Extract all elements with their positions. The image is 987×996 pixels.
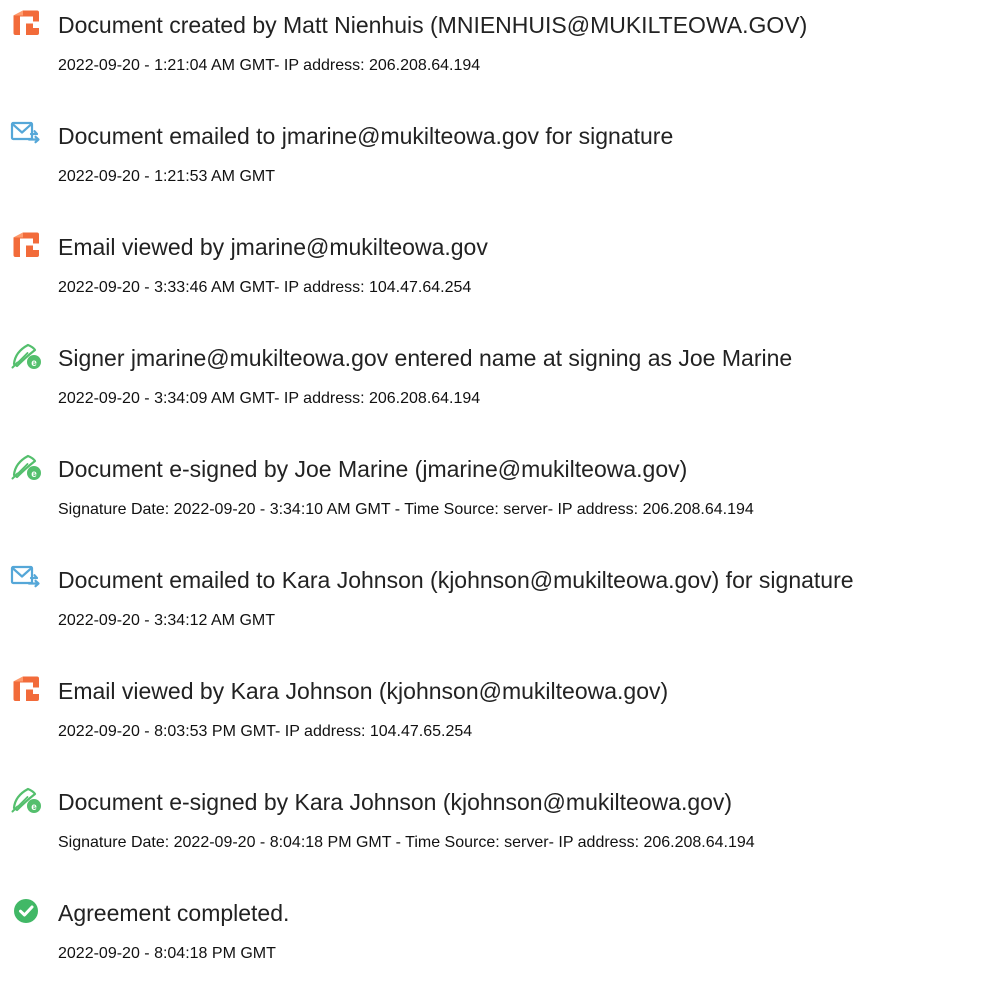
event-title: Agreement completed.: [58, 900, 290, 926]
event-title: Document emailed to Kara Johnson (kjohns…: [58, 567, 854, 593]
event-detail: 2022-09-20 - 1:21:53 AM GMT: [58, 168, 275, 185]
e-sign-icon: e: [10, 452, 42, 482]
event-title: Email viewed by Kara Johnson (kjohnson@m…: [58, 678, 669, 704]
svg-text:e: e: [31, 469, 37, 480]
event-detail: 2022-09-20 - 3:33:46 AM GMT- IP address:…: [58, 279, 472, 296]
event-title: Document created by Matt Nienhuis (MNIEN…: [58, 12, 808, 38]
e-sign-icon: e: [10, 785, 42, 815]
audit-event: Document emailed to Kara Johnson (kjohns…: [0, 555, 987, 635]
document-icon: [10, 674, 42, 704]
audit-event: Email viewed by jmarine@mukilteowa.gov 2…: [0, 222, 987, 302]
check-circle-icon: [10, 896, 42, 926]
event-title: Email viewed by jmarine@mukilteowa.gov: [58, 234, 488, 260]
document-icon: [10, 230, 42, 260]
event-detail: 2022-09-20 - 3:34:09 AM GMT- IP address:…: [58, 390, 481, 407]
audit-event: Document emailed to jmarine@mukilteowa.g…: [0, 111, 987, 191]
audit-event: e Document e-signed by Kara Johnson (kjo…: [0, 777, 987, 857]
event-detail: 2022-09-20 - 8:04:18 PM GMT: [58, 945, 276, 962]
email-sent-icon: [10, 563, 42, 593]
audit-event: Document created by Matt Nienhuis (MNIEN…: [0, 0, 987, 80]
audit-event: Email viewed by Kara Johnson (kjohnson@m…: [0, 666, 987, 746]
event-title: Signer jmarine@mukilteowa.gov entered na…: [58, 345, 793, 371]
e-sign-icon: e: [10, 341, 42, 371]
email-sent-icon: [10, 119, 42, 149]
audit-event: Agreement completed. 2022-09-20 - 8:04:1…: [0, 888, 987, 968]
svg-text:e: e: [31, 802, 37, 813]
audit-event: e Document e-signed by Joe Marine (jmari…: [0, 444, 987, 524]
event-title: Document e-signed by Joe Marine (jmarine…: [58, 456, 688, 482]
event-title: Document emailed to jmarine@mukilteowa.g…: [58, 123, 674, 149]
event-detail: Signature Date: 2022-09-20 - 3:34:10 AM …: [58, 501, 754, 518]
event-detail: 2022-09-20 - 3:34:12 AM GMT: [58, 612, 275, 629]
audit-event: e Signer jmarine@mukilteowa.gov entered …: [0, 333, 987, 413]
event-title: Document e-signed by Kara Johnson (kjohn…: [58, 789, 733, 815]
event-detail: 2022-09-20 - 1:21:04 AM GMT- IP address:…: [58, 57, 481, 74]
document-icon: [10, 8, 42, 38]
event-detail: Signature Date: 2022-09-20 - 8:04:18 PM …: [58, 834, 755, 851]
event-detail: 2022-09-20 - 8:03:53 PM GMT- IP address:…: [58, 723, 473, 740]
svg-text:e: e: [31, 358, 37, 369]
